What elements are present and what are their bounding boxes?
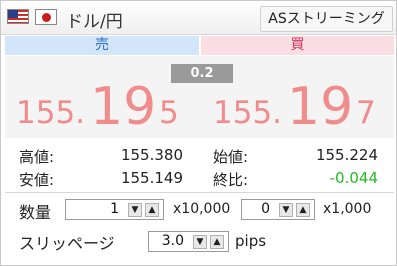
change-label: 終比: <box>213 171 249 189</box>
slippage-value: 3.0 <box>161 233 184 249</box>
panel-header: ドル/円 ASストリーミング <box>1 1 396 35</box>
sell-header[interactable]: 売 <box>5 36 199 55</box>
bid-price-big[interactable]: 19 <box>90 77 156 137</box>
up-arrow-icon[interactable]: ▲ <box>296 203 310 217</box>
jp-flag-icon <box>35 9 57 25</box>
open-label: 始値: <box>213 148 249 166</box>
down-arrow-icon[interactable]: ▼ <box>128 203 142 217</box>
low-label: 安値: <box>19 171 55 189</box>
bid-price-prefix[interactable]: 155. <box>16 95 85 131</box>
up-arrow-icon[interactable]: ▲ <box>210 235 224 249</box>
lots-input[interactable]: 1 ▼ ▲ <box>65 199 164 220</box>
down-arrow-icon[interactable]: ▼ <box>279 203 293 217</box>
down-arrow-icon[interactable]: ▼ <box>193 235 207 249</box>
ask-price-big[interactable]: 19 <box>287 77 353 137</box>
ask-price-prefix[interactable]: 155. <box>213 95 282 131</box>
buy-header[interactable]: 買 <box>201 36 394 55</box>
slippage-label: スリッページ <box>19 234 115 253</box>
low-value: 155.149 <box>120 169 183 187</box>
lots-value: 1 <box>110 201 119 217</box>
as-streaming-button[interactable]: ASストリーミング <box>260 6 393 32</box>
ask-price-pip[interactable]: 7 <box>356 95 376 131</box>
quantity-label: 数量 <box>19 203 52 222</box>
currency-pair: ドル/円 <box>66 12 123 32</box>
us-flag-icon <box>7 9 29 24</box>
units-unit: x1,000 <box>323 201 372 217</box>
high-label: 高値: <box>19 148 55 166</box>
change-value: -0.044 <box>329 169 378 187</box>
divider <box>5 192 394 193</box>
slippage-input[interactable]: 3.0 ▼ ▲ <box>148 231 229 252</box>
high-value: 155.380 <box>120 146 183 164</box>
spread-badge: 0.2 <box>171 64 233 83</box>
units-input[interactable]: 0 ▼ ▲ <box>241 199 315 220</box>
units-value: 0 <box>261 201 270 217</box>
up-arrow-icon[interactable]: ▲ <box>145 203 159 217</box>
open-value: 155.224 <box>315 146 378 164</box>
bid-price-pip[interactable]: 5 <box>159 95 179 131</box>
trade-panel: ドル/円 ASストリーミング 売 買 0.2 155. 19 5 155. 19… <box>0 0 397 266</box>
slippage-unit: pips <box>235 232 267 250</box>
lots-unit: x10,000 <box>173 201 231 217</box>
